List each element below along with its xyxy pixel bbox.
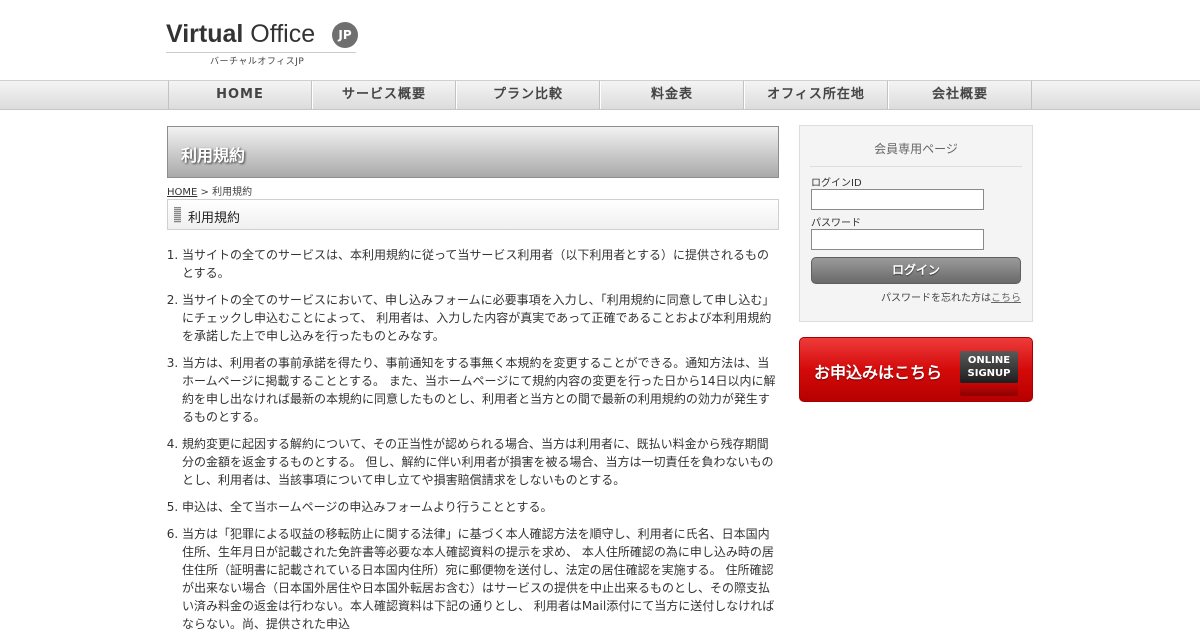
breadcrumb-separator: >	[197, 187, 213, 198]
nav-item-office-locations[interactable]: オフィス所在地	[744, 81, 888, 109]
main-navigation: HOME サービス概要 プラン比較 料金表 オフィス所在地 会社概要	[0, 80, 1200, 110]
page-title-banner: 利用規約	[167, 126, 779, 178]
site-logo[interactable]: Virtual Office JP バーチャルオフィスJP	[166, 18, 366, 68]
terms-item: 規約変更に起因する解約について、その正当性が認められる場合、当方は利用者に、既払…	[182, 435, 779, 489]
forgot-password-link[interactable]: こちら	[991, 293, 1021, 304]
signup-badge-line2: SIGNUP	[967, 368, 1011, 379]
nav-item-plan-comparison[interactable]: プラン比較	[456, 81, 600, 109]
signup-label: お申込みはこちら	[814, 363, 943, 382]
terms-item: 申込は、全て当ホームページの申込みフォームより行うこととする。	[182, 498, 779, 516]
section-heading-marker	[174, 207, 181, 223]
login-id-label: ログインID	[811, 178, 862, 189]
breadcrumb: HOME > 利用規約	[167, 183, 252, 198]
logo-wordmark-bold: Virtual	[166, 20, 244, 48]
member-login-panel: 会員専用ページ ログインID パスワード ログイン パスワードを忘れた方はこちら	[799, 125, 1033, 322]
section-heading: 利用規約	[188, 211, 241, 226]
terms-item: 当サイトの全てのサービスにおいて、申し込みフォームに必要事項を入力し、「利用規約…	[182, 291, 779, 345]
online-signup-badge: ONLINE SIGNUP	[960, 351, 1018, 383]
terms-content: 当サイトの全てのサービスは、本利用規約に従って当サービス利用者（以下利用者とする…	[167, 246, 779, 630]
terms-item: 当サイトの全てのサービスは、本利用規約に従って当サービス利用者（以下利用者とする…	[182, 246, 779, 282]
nav-item-home[interactable]: HOME	[168, 81, 312, 109]
breadcrumb-current: 利用規約	[212, 187, 253, 198]
nav-item-company-profile[interactable]: 会社概要	[888, 81, 1032, 109]
password-label: パスワード	[811, 218, 861, 229]
login-panel-title: 会員専用ページ	[874, 142, 958, 156]
logo-wordmark-regular: Office	[250, 20, 316, 48]
online-signup-button[interactable]: お申込みはこちら ONLINE SIGNUP	[799, 337, 1033, 402]
terms-list: 当サイトの全てのサービスは、本利用規約に従って当サービス利用者（以下利用者とする…	[167, 246, 779, 630]
terms-item: 当方は「犯罪による収益の移転防止に関する法律」に基づく本人確認方法を順守し、利用…	[182, 525, 779, 630]
logo-underline	[166, 52, 356, 53]
nav-item-service-overview[interactable]: サービス概要	[312, 81, 456, 109]
password-input[interactable]	[811, 229, 984, 250]
logo-jp-badge: JP	[332, 22, 358, 48]
section-heading-box: 利用規約	[167, 199, 779, 230]
forgot-password-text: パスワードを忘れた方は	[881, 293, 991, 304]
site-header: Virtual Office JP バーチャルオフィスJP	[0, 0, 1200, 80]
terms-item: 当方は、利用者の事前承諾を得たり、事前通知をする事無く本規約を変更することができ…	[182, 354, 779, 426]
forgot-password: パスワードを忘れた方はこちら	[881, 289, 1021, 304]
signup-badge-line1: ONLINE	[967, 355, 1011, 366]
login-title-divider	[810, 166, 1022, 167]
nav-item-pricing[interactable]: 料金表	[600, 81, 744, 109]
logo-wordmark: Virtual Office	[166, 20, 315, 49]
page-title: 利用規約	[181, 146, 246, 165]
logo-subtitle: バーチャルオフィスJP	[210, 57, 305, 67]
signup-badge-reflection	[960, 384, 1018, 396]
nav-items: HOME サービス概要 プラン比較 料金表 オフィス所在地 会社概要	[168, 81, 1032, 109]
login-button[interactable]: ログイン	[811, 257, 1021, 284]
login-id-input[interactable]	[811, 189, 984, 210]
breadcrumb-home-link[interactable]: HOME	[167, 187, 197, 198]
